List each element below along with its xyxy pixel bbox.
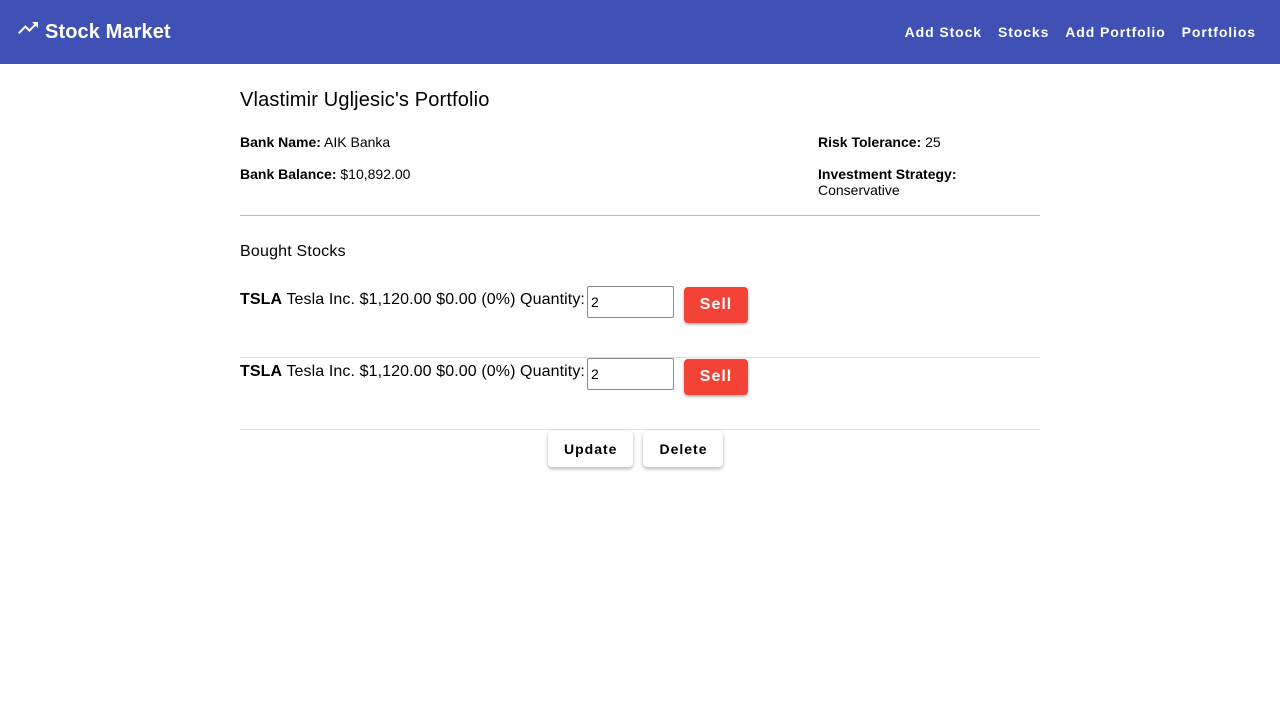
quantity-label: Quantity: bbox=[520, 291, 585, 308]
bank-balance-info: Bank Balance: $10,892.00 bbox=[240, 166, 410, 182]
nav-stocks[interactable]: Stocks bbox=[998, 20, 1049, 44]
risk-tolerance-label: Risk Tolerance: bbox=[818, 134, 922, 150]
stock-info: TSLA Tesla Inc. $1,120.00 $0.00 (0%) Qua… bbox=[240, 290, 585, 310]
app-toolbar: Stock Market Add Stock Stocks Add Portfo… bbox=[0, 0, 1280, 64]
update-button[interactable]: Update bbox=[548, 431, 634, 467]
app-title: Stock Market bbox=[45, 20, 171, 43]
investment-strategy-value: Conservative bbox=[818, 182, 900, 198]
bank-name-info: Bank Name: AIK Banka bbox=[240, 134, 390, 150]
brand[interactable]: Stock Market bbox=[16, 18, 171, 46]
nav-add-portfolio[interactable]: Add Portfolio bbox=[1065, 20, 1165, 44]
stock-name: Tesla Inc. bbox=[286, 363, 356, 380]
portfolio-actions: Update Delete bbox=[548, 431, 733, 467]
stock-price: $1,120.00 bbox=[359, 363, 432, 380]
stock-symbol: TSLA bbox=[240, 291, 283, 308]
quantity-input[interactable] bbox=[587, 358, 674, 390]
stock-change: $0.00 (0%) bbox=[436, 291, 516, 308]
risk-tolerance-info: Risk Tolerance: 25 bbox=[818, 134, 941, 150]
page-title: Vlastimir Ugljesic's Portfolio bbox=[240, 89, 490, 111]
divider bbox=[240, 215, 1040, 216]
quantity-label: Quantity: bbox=[520, 363, 585, 380]
bank-balance-label: Bank Balance: bbox=[240, 166, 337, 182]
stock-change: $0.00 (0%) bbox=[436, 363, 516, 380]
nav-add-stock[interactable]: Add Stock bbox=[905, 20, 982, 44]
bank-name-label: Bank Name: bbox=[240, 134, 321, 150]
sell-button[interactable]: Sell bbox=[684, 359, 748, 395]
stock-name: Tesla Inc. bbox=[286, 291, 356, 308]
stock-info: TSLA Tesla Inc. $1,120.00 $0.00 (0%) Qua… bbox=[240, 362, 585, 382]
investment-strategy-label: Investment Strategy: bbox=[818, 166, 957, 182]
bank-balance-value: $10,892.00 bbox=[340, 166, 411, 182]
risk-tolerance-value: 25 bbox=[925, 134, 941, 150]
sell-button[interactable]: Sell bbox=[684, 287, 748, 323]
stock-row: TSLA Tesla Inc. $1,120.00 $0.00 (0%) Qua… bbox=[240, 286, 1040, 358]
bought-stocks-title: Bought Stocks bbox=[240, 243, 346, 260]
bank-name-value: AIK Banka bbox=[324, 134, 391, 150]
main-nav: Add Stock Stocks Add Portfolio Portfolio… bbox=[889, 20, 1256, 44]
trending-up-icon bbox=[16, 16, 40, 40]
stock-row: TSLA Tesla Inc. $1,120.00 $0.00 (0%) Qua… bbox=[240, 358, 1040, 430]
investment-strategy-info: Investment Strategy: Conservative bbox=[818, 166, 1040, 198]
nav-portfolios[interactable]: Portfolios bbox=[1182, 20, 1256, 44]
stock-symbol: TSLA bbox=[240, 363, 283, 380]
quantity-input[interactable] bbox=[587, 286, 674, 318]
delete-button[interactable]: Delete bbox=[643, 431, 724, 467]
stock-price: $1,120.00 bbox=[359, 291, 432, 308]
